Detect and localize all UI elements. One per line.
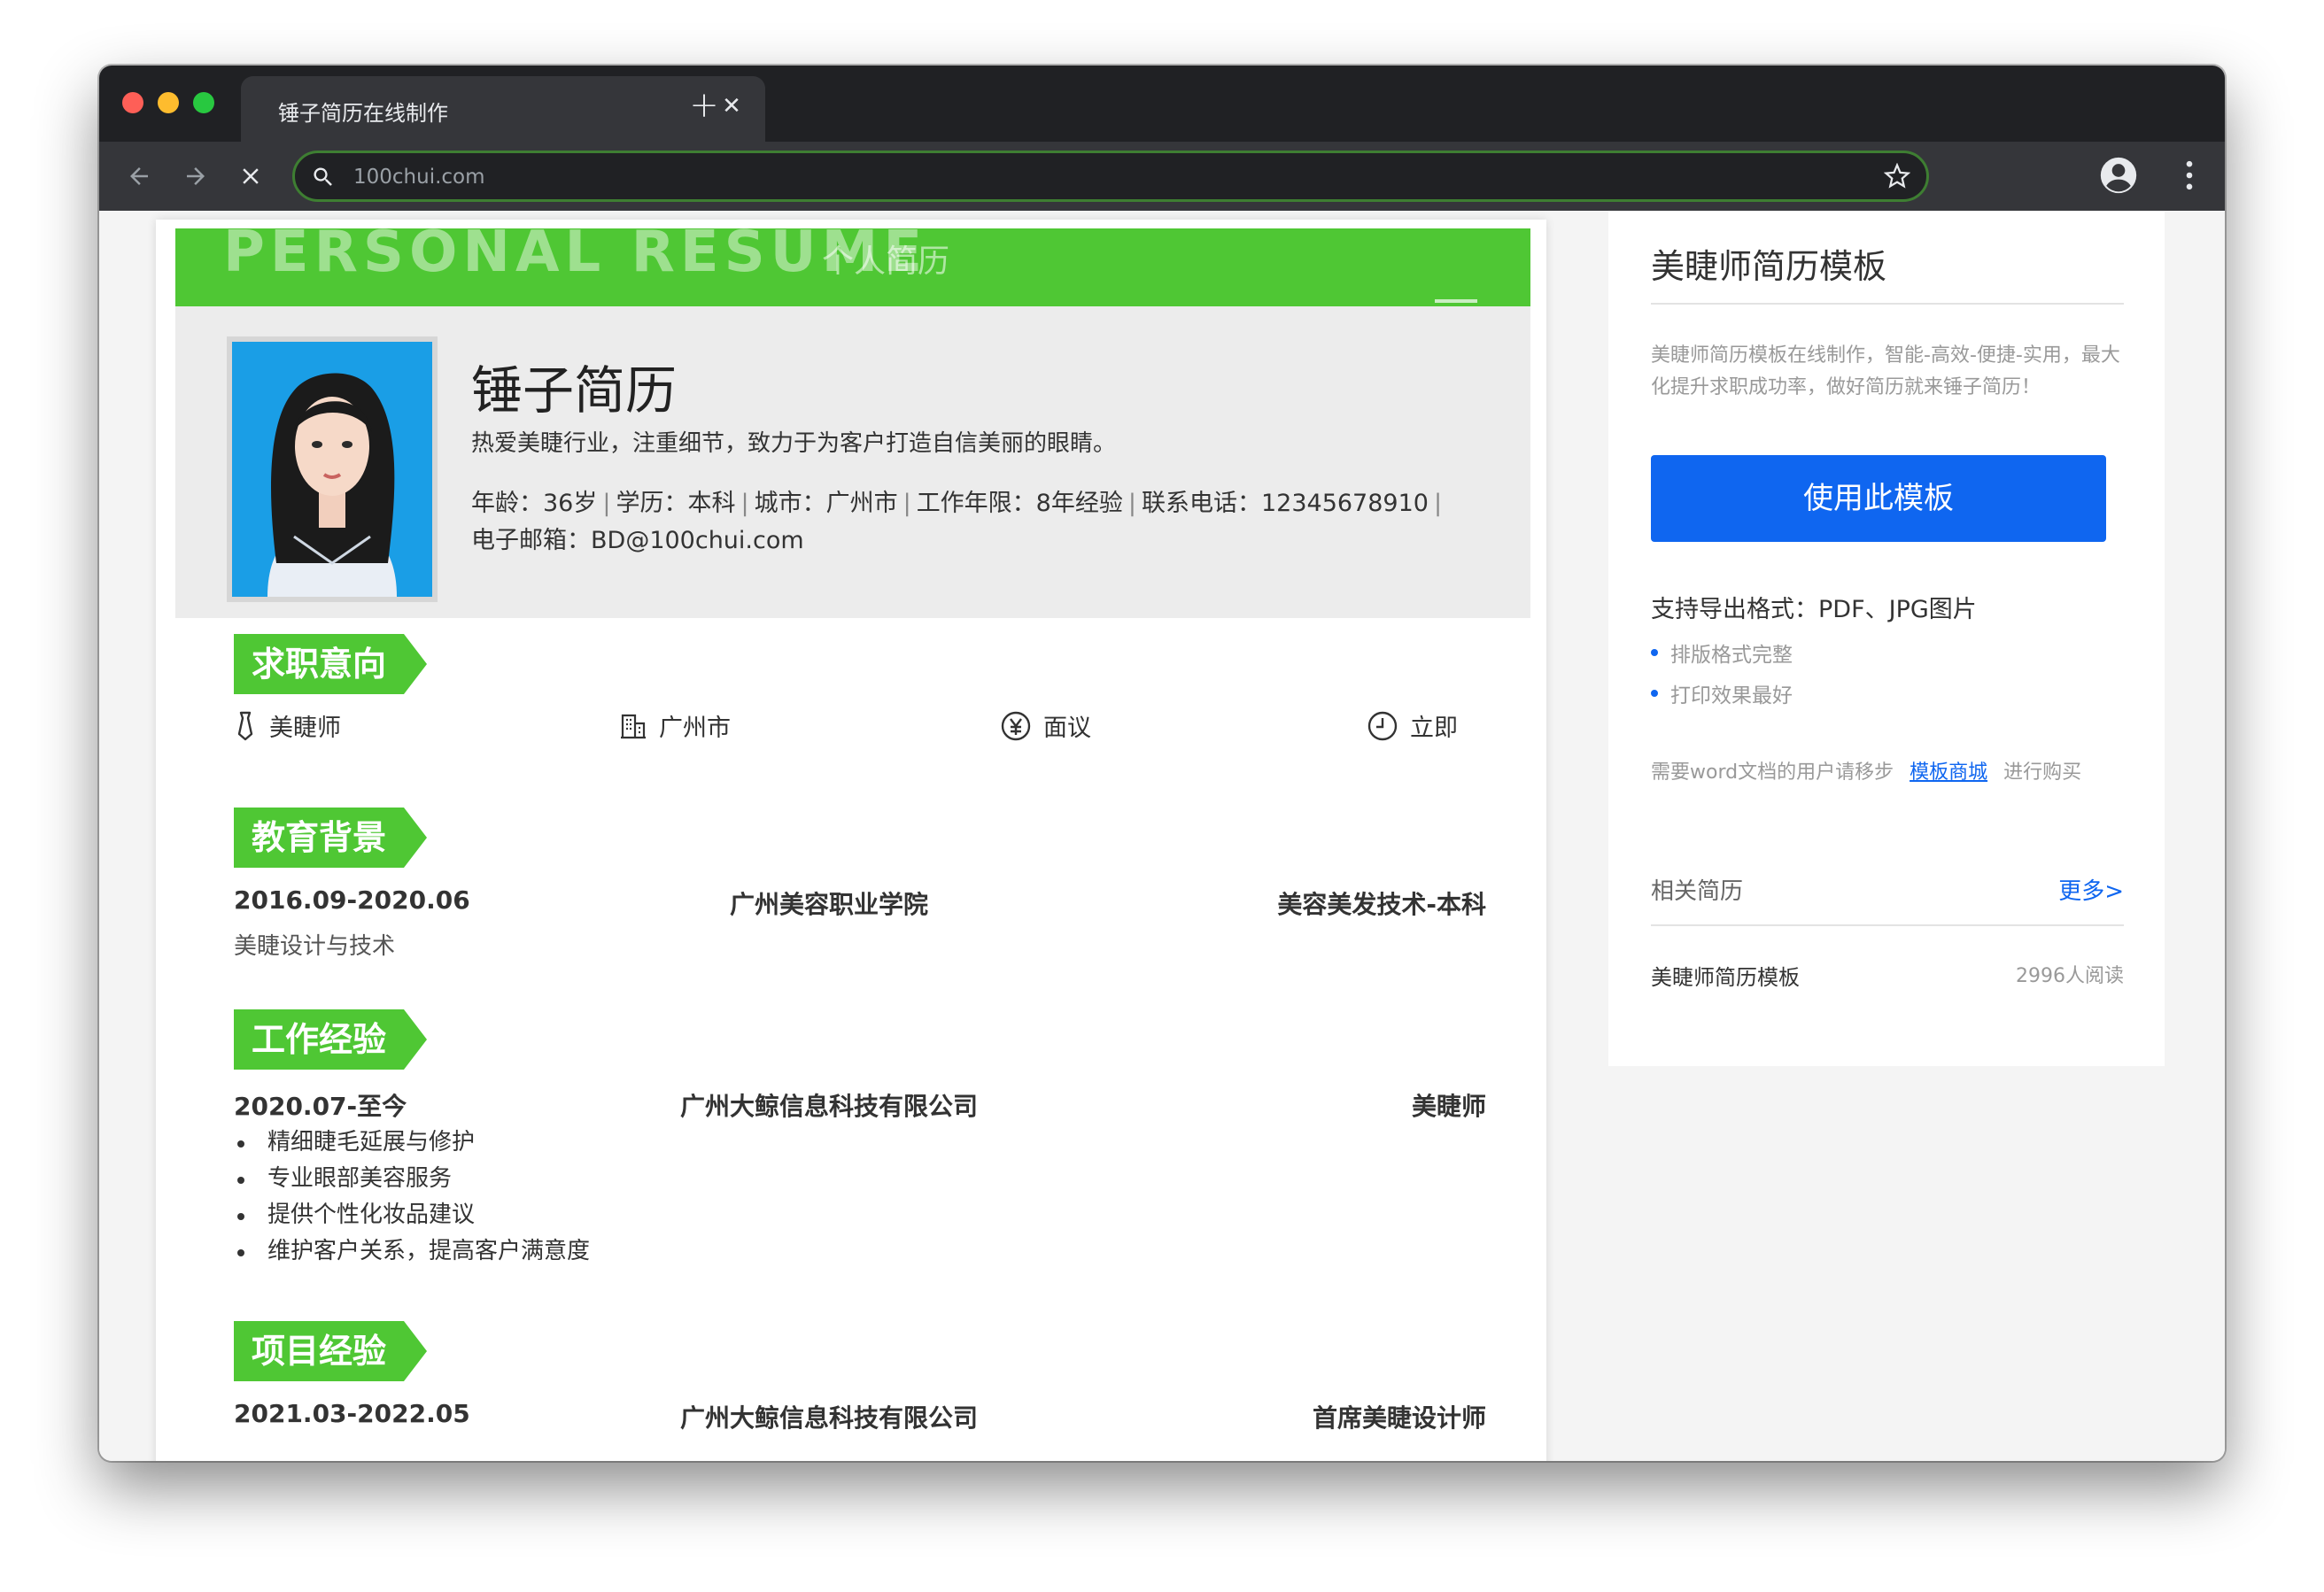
use-template-button[interactable]: 使用此模板	[1651, 455, 2106, 542]
section-tag-work: 工作经验	[234, 1009, 428, 1070]
candidate-name: 锤子简历	[471, 360, 678, 421]
list-item: 专业眼部美容服务	[234, 1161, 590, 1197]
minimize-window-button[interactable]	[158, 92, 179, 113]
work-duties: 精细睫毛延展与修护 专业眼部美容服务 提供个性化妆品建议 维护客户关系，提高客户…	[234, 1124, 590, 1270]
candidate-info: 年龄：36岁 | 学历：本科 | 城市：广州市 | 工作年限：8年经验 | 联系电话：12345…	[471, 490, 1443, 517]
section-title-work: 工作经验	[234, 1009, 405, 1070]
feature-item: 打印效果最好	[1651, 678, 1793, 708]
section-tag-project: 项目经验	[234, 1321, 428, 1381]
section-title-education: 教育背景	[234, 808, 405, 868]
template-store-link[interactable]: 模板商城	[1910, 761, 1987, 784]
word-notice: 需要word文档的用户请移步 模板商城 进行购买	[1651, 761, 2082, 784]
star-icon[interactable]	[1884, 163, 1910, 189]
info-age: 年龄：36岁	[471, 490, 598, 517]
info-phone: 联系电话：12345678910	[1141, 490, 1429, 517]
intent-position: 美睫师	[234, 708, 341, 743]
page-viewport: PERSONAL RESUME 个人简历 锤子简历 热爱美睫行业，注重细节，致力…	[99, 211, 2225, 1461]
profile-icon[interactable]	[2099, 156, 2138, 195]
related-item-link[interactable]: 美睫师简历模板	[1651, 960, 1800, 991]
sidebar-description: 美睫师简历模板在线制作，智能-高效-便捷-实用，最大化提升求职成功率，做好简历就…	[1651, 344, 2120, 398]
intent-availability: 立即	[1367, 708, 1458, 743]
yen-icon	[1001, 711, 1031, 740]
section-title-intent: 求职意向	[234, 634, 405, 694]
sidebar-divider	[1651, 303, 2124, 305]
close-window-button[interactable]	[122, 92, 143, 113]
sidebar-divider	[1651, 924, 2124, 926]
close-icon	[243, 168, 259, 184]
section-tag-education: 教育背景	[234, 808, 428, 868]
search-icon	[314, 167, 332, 186]
intent-salary: 面议	[1001, 708, 1091, 743]
project-title: 首席美睫设计师	[1312, 1403, 1486, 1433]
list-item: 维护客户关系，提高客户满意度	[234, 1233, 590, 1270]
related-item-reads: 2996人阅读	[2016, 965, 2124, 987]
education-row: 2016.09-2020.06 广州美容职业学院 美容美发技术-本科	[234, 885, 1486, 921]
resume-preview: PERSONAL RESUME 个人简历 锤子简历 热爱美睫行业，注重细节，致力…	[156, 220, 1546, 1461]
forward-button[interactable]	[174, 154, 218, 198]
education-major: 美容美发技术-本科	[1277, 890, 1486, 919]
intent-row: 美睫师 广州市 面议 立即	[221, 708, 1479, 751]
profile-photo	[227, 336, 438, 602]
new-tab-button[interactable]: +	[682, 83, 726, 128]
info-education: 学历：本科	[616, 490, 736, 517]
clock-icon	[1367, 711, 1398, 740]
arrow-left-icon	[130, 167, 148, 185]
intent-city: 广州市	[620, 708, 731, 743]
tie-icon	[237, 711, 253, 740]
tab-title: 锤子简历在线制作	[278, 101, 448, 126]
export-formats: 支持导出格式：PDF、JPG图片	[1651, 596, 1977, 623]
more-link[interactable]: 更多>	[2058, 873, 2124, 906]
maximize-window-button[interactable]	[193, 92, 214, 113]
arrow-right-icon	[187, 167, 205, 185]
browser-window: 锤子简历在线制作 ✕ + 100chui.com PERSONAL RESUME…	[99, 66, 2225, 1461]
education-desc: 美睫设计与技术	[234, 933, 396, 960]
building-icon	[621, 714, 646, 738]
info-city: 城市：广州市	[754, 490, 898, 517]
stop-loading-button[interactable]	[229, 154, 273, 198]
resume-banner: PERSONAL RESUME 个人简历	[175, 228, 1530, 306]
work-row: 2020.07-至今 广州大鲸信息科技有限公司 美睫师	[234, 1087, 1486, 1123]
sidebar-title: 美睫师简历模板	[1651, 247, 1887, 286]
portrait-image	[232, 342, 432, 597]
more-vert-icon[interactable]	[2170, 156, 2209, 195]
banner-divider	[1435, 299, 1477, 303]
banner-title-cn: 个人简历	[822, 243, 950, 280]
work-title: 美睫师	[1411, 1092, 1486, 1121]
back-button[interactable]	[117, 154, 161, 198]
feature-item: 排版格式完整	[1651, 638, 1793, 668]
project-company: 广州大鲸信息科技有限公司	[679, 1403, 978, 1433]
section-title-project: 项目经验	[234, 1321, 405, 1381]
template-sidebar: 美睫师简历模板 美睫师简历模板在线制作，智能-高效-便捷-实用，最大化提升求职成…	[1608, 211, 2165, 1066]
info-email: 电子邮箱：BD@100chui.com	[471, 527, 804, 554]
project-row: 2021.03-2022.05 广州大鲸信息科技有限公司 首席美睫设计师	[234, 1399, 1486, 1434]
info-years: 工作年限：8年经验	[916, 490, 1123, 517]
list-item: 提供个性化妆品建议	[234, 1197, 590, 1233]
list-item: 精细睫毛延展与修护	[234, 1124, 590, 1161]
url-text: 100chui.com	[353, 166, 485, 189]
address-bar[interactable]: 100chui.com	[292, 151, 1929, 202]
section-tag-intent: 求职意向	[234, 634, 428, 694]
tab-bar: 锤子简历在线制作 ✕ +	[99, 66, 2225, 142]
work-company: 广州大鲸信息科技有限公司	[679, 1092, 978, 1121]
resume-header: 锤子简历 热爱美睫行业，注重细节，致力于为客户打造自信美丽的眼睛。 年龄：36岁…	[175, 306, 1530, 618]
candidate-motto: 热爱美睫行业，注重细节，致力于为客户打造自信美丽的眼睛。	[471, 430, 1117, 457]
related-label: 相关简历	[1651, 878, 1744, 905]
browser-toolbar: 100chui.com	[99, 142, 2225, 211]
